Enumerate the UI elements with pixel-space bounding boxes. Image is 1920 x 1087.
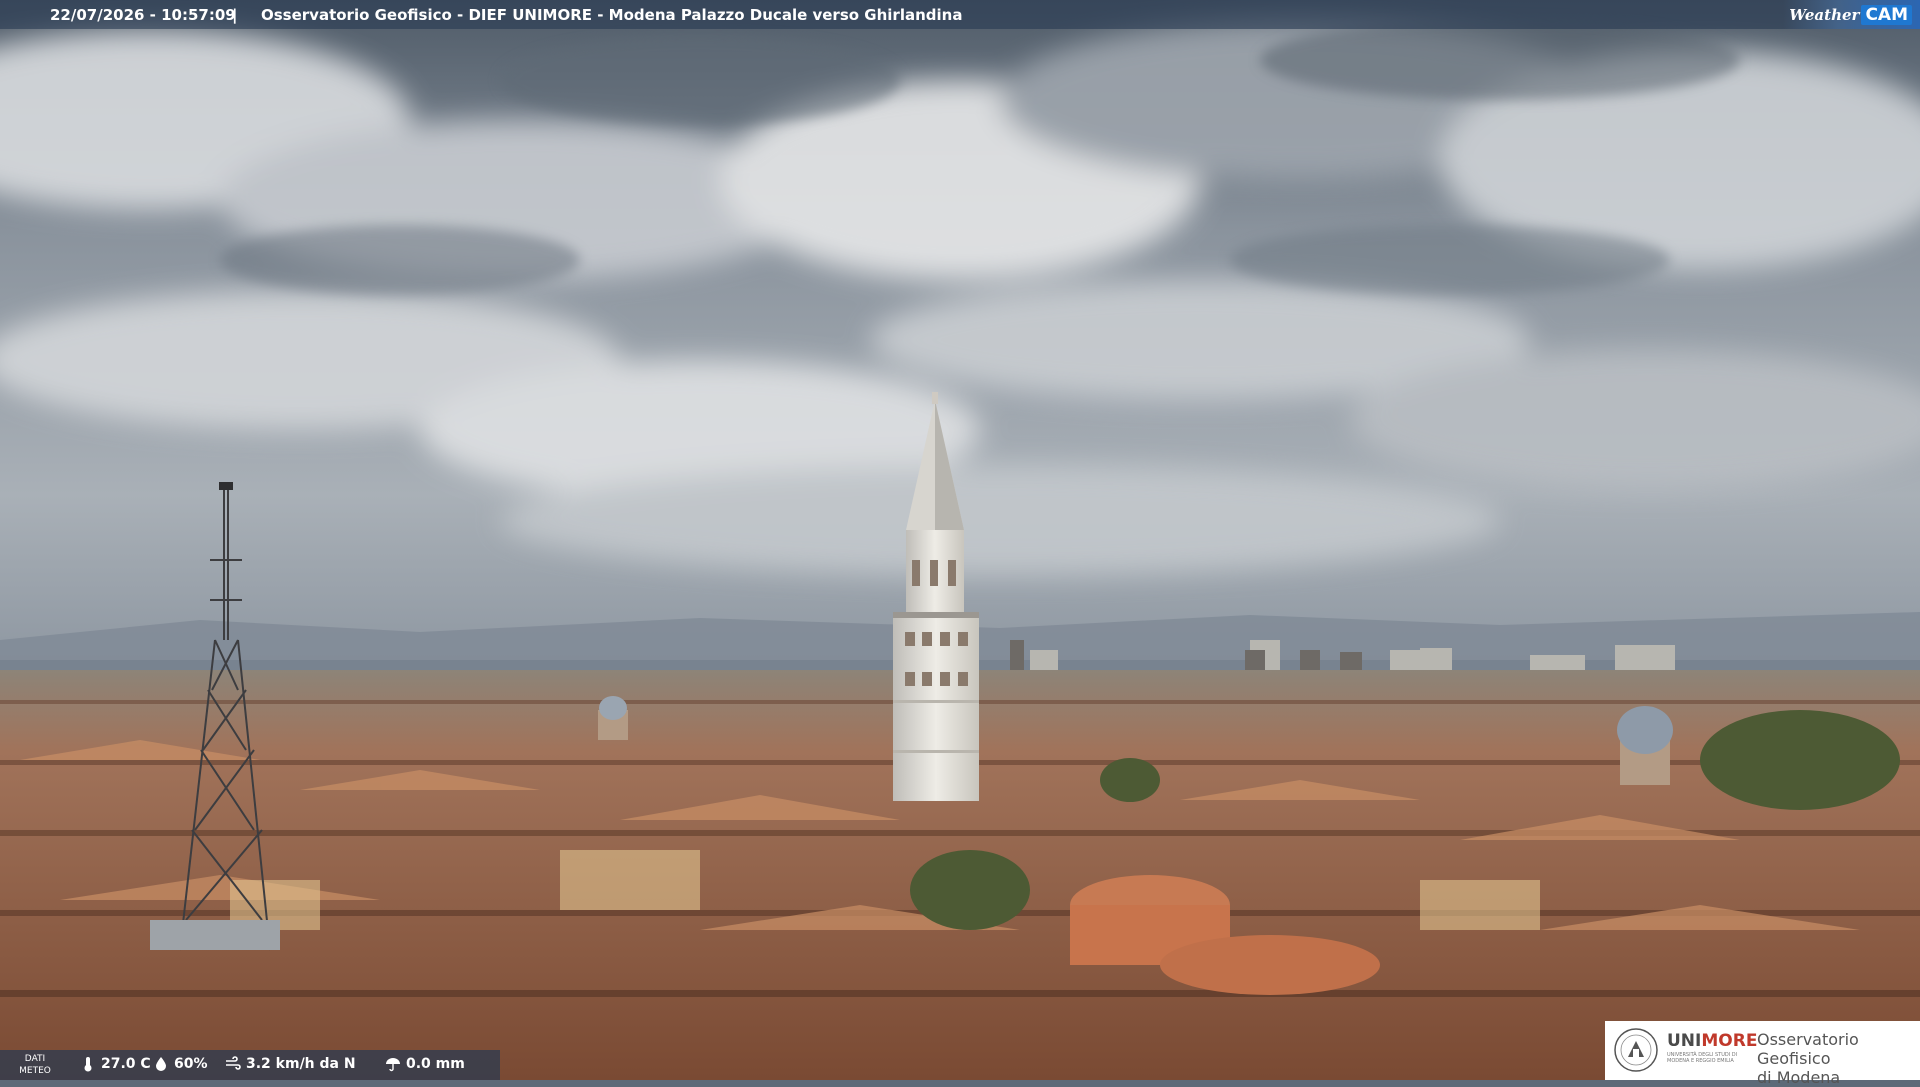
weathercam-logo-badge: CAM [1861,4,1912,25]
unimore-subtitle: UNIVERSITÀ DEGLI STUDI DI MODENA E REGGI… [1667,1052,1738,1064]
webcam-image [0,0,1920,1080]
humidity-reading: 60% [153,1056,208,1072]
humidity-value: 60% [174,1056,208,1072]
wind-value: 3.2 km/h da N [246,1056,356,1072]
temperature-reading: 27.0 C [80,1056,151,1072]
top-banner: 22/07/2026 - 10:57:09 | Osservatorio Geo… [0,0,1920,29]
camera-title: Osservatorio Geofisico - DIEF UNIMORE - … [261,6,963,24]
unimore-logo-box: UNIMORE UNIVERSITÀ DEGLI STUDI DI MODENA… [1605,1021,1920,1087]
observatory-name-line2: di Modena [1757,1068,1841,1087]
weathercam-logo: Weather CAM [1783,0,1920,29]
timestamp: 22/07/2026 - 10:57:09 [50,6,236,24]
rain-value: 0.0 mm [406,1056,465,1072]
observatory-name: Osservatorio Geofisico di Modena [1757,1030,1920,1087]
wind-reading: 3.2 km/h da N [225,1056,356,1072]
wind-icon [226,1056,241,1070]
observatory-name-line1: Osservatorio Geofisico [1757,1030,1859,1068]
unimore-name-suffix: MORE [1701,1031,1758,1051]
unimore-seal-icon [1614,1028,1658,1072]
rain-icon [386,1058,400,1072]
weathercam-logo-text: Weather [1789,5,1860,24]
weather-label-line1: DATI [24,1054,46,1064]
unimore-name-prefix: UNI [1667,1031,1702,1051]
weather-label-line2: METEO [19,1066,51,1076]
rain-reading: 0.0 mm [385,1056,465,1072]
weather-data-bar: DATI METEO 27.0 C 60% 3.2 km/h da N 0.0 … [0,1050,500,1080]
temperature-value: 27.0 C [101,1056,151,1072]
banner-separator: | [232,6,238,24]
thermometer-icon [84,1057,92,1072]
humidity-icon [156,1057,166,1071]
unimore-name: UNIMORE [1667,1031,1757,1051]
weather-data-label: DATI METEO [10,1053,60,1077]
